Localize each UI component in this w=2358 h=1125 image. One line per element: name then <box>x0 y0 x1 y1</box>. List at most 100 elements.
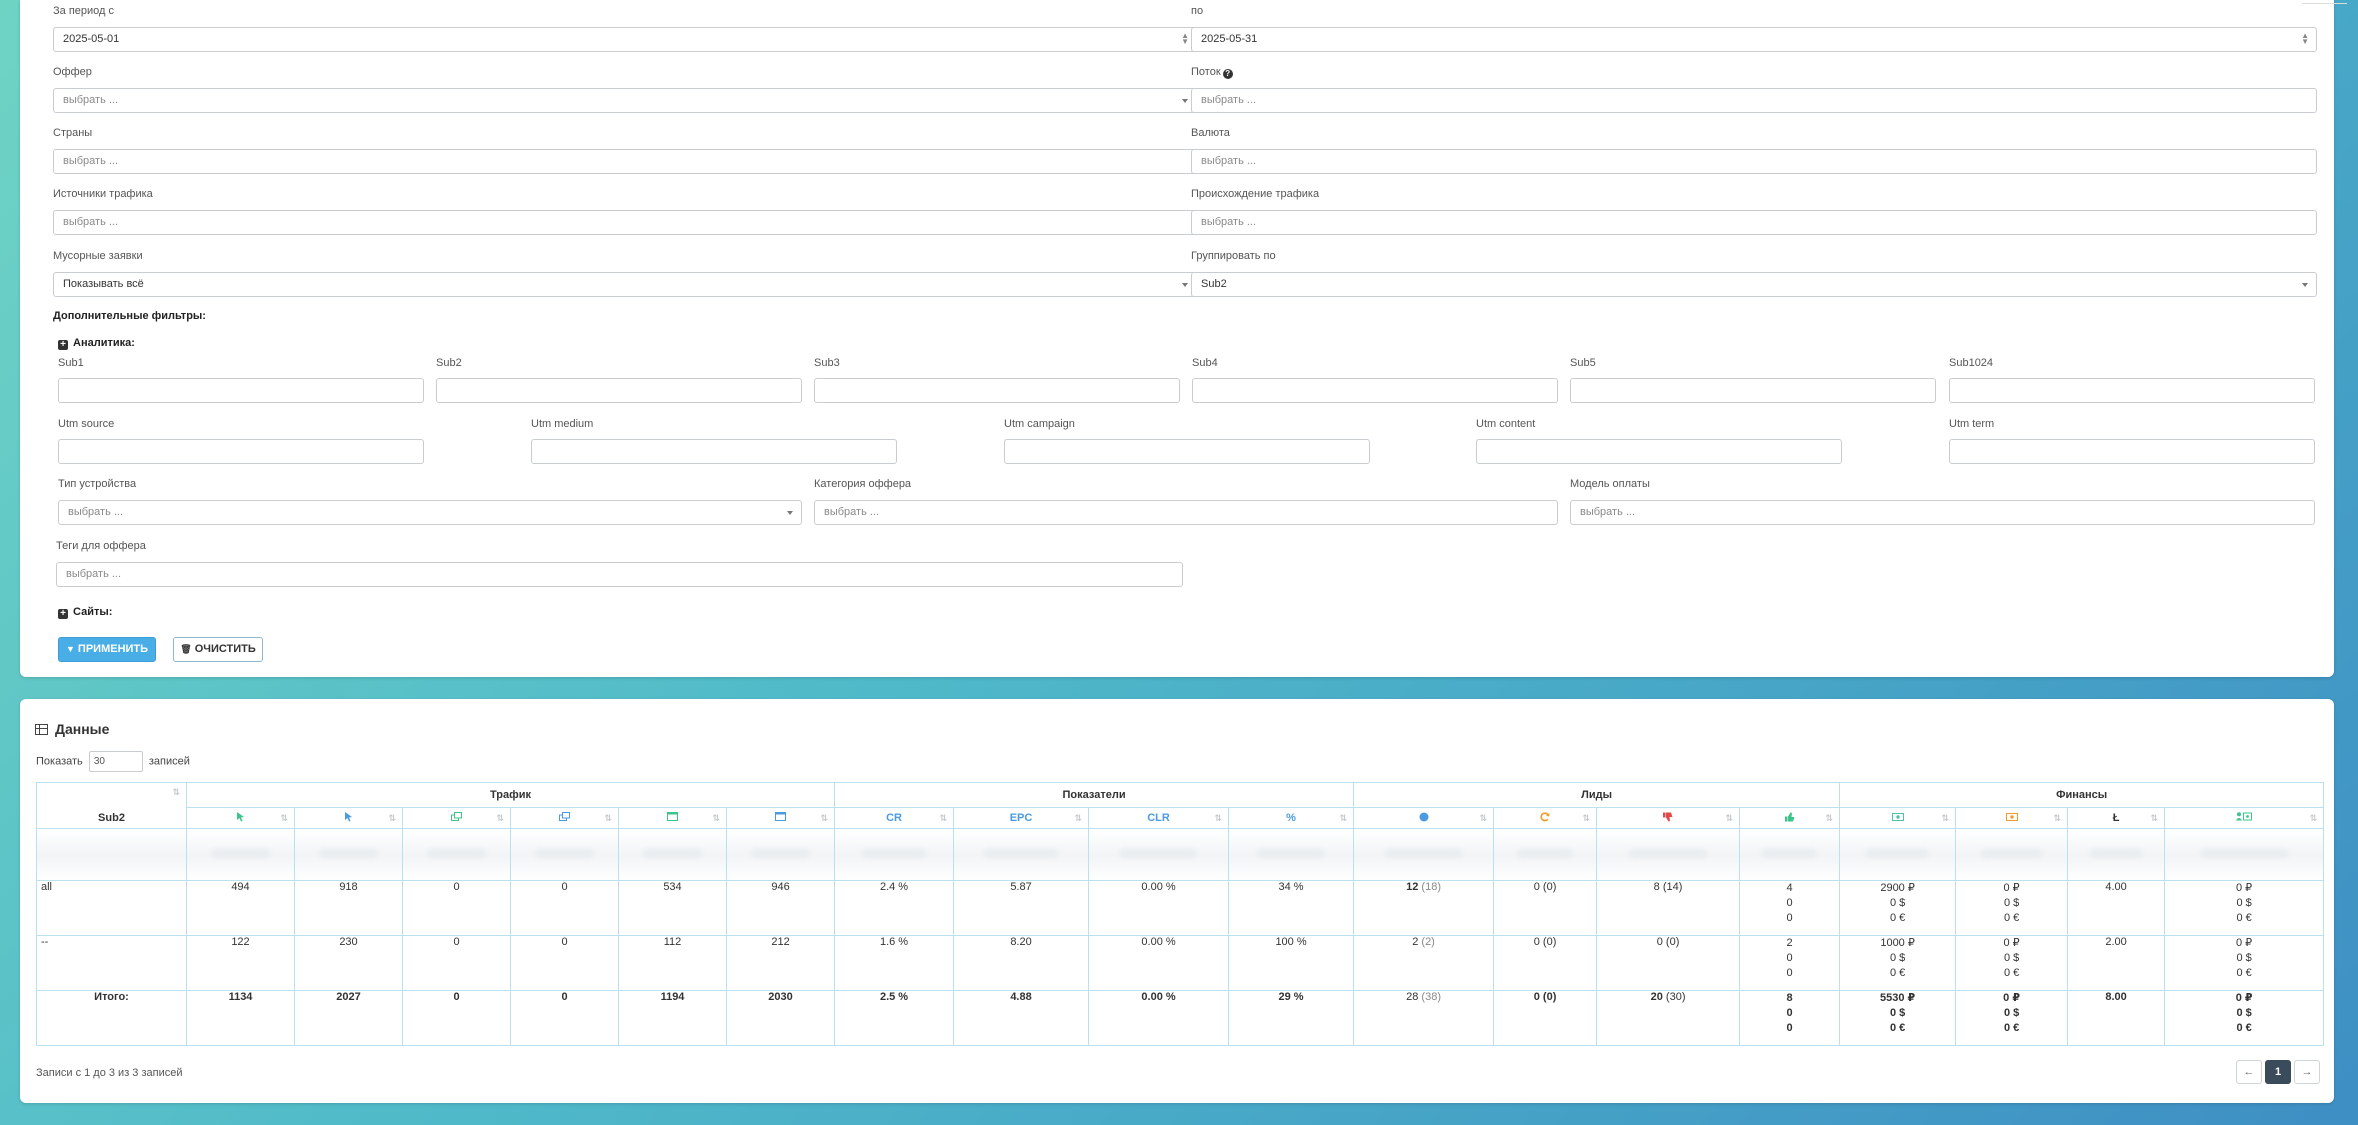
stream-select[interactable]: выбрать ... <box>1191 88 2317 113</box>
sites-toggle[interactable]: + Сайты: <box>58 606 112 619</box>
pagination-page-1[interactable]: 1 <box>2265 1060 2291 1084</box>
col-leads-processing[interactable]: ⇅ <box>1493 807 1598 829</box>
sort-icon: ⇅ <box>2150 813 2159 823</box>
period-from-input[interactable]: 2025-05-01 ▲ ▼ <box>53 27 1197 52</box>
sort-icon: ⇅ <box>604 813 612 823</box>
value-line: 0 € <box>2236 1022 2252 1034</box>
page-length-input[interactable]: 30 <box>88 751 143 772</box>
value-line: 4 <box>1786 882 1793 894</box>
pagination-next[interactable]: → <box>2294 1060 2320 1084</box>
cell: 4 0 0 <box>1739 880 1841 936</box>
question-icon[interactable]: ? <box>1222 69 1233 79</box>
cell: 12 (18) <box>1353 880 1495 936</box>
cell: 0 <box>402 935 511 991</box>
analytics-toggle[interactable]: + Аналитика: <box>58 337 135 350</box>
cursor-icon <box>236 811 245 825</box>
utm-medium-input[interactable] <box>531 439 897 464</box>
offer-tags-select[interactable]: выбрать ... <box>56 562 1183 587</box>
value-line: 0 $ <box>2003 897 2020 909</box>
col-clicks-total[interactable]: ⇅ <box>294 807 403 829</box>
value-line: 0 $ <box>2236 1007 2252 1019</box>
col-fin-approved[interactable]: ⇅ <box>1839 807 1957 829</box>
blurred-cell <box>725 828 836 881</box>
sort-icon: ⇅ <box>1214 813 1223 823</box>
value-line: 0 $ <box>2003 1007 2020 1019</box>
leads-count: 12 <box>1406 881 1419 893</box>
col-landing-total[interactable]: ⇅ <box>725 807 836 829</box>
device-select[interactable]: выбрать ... <box>58 500 802 525</box>
cell: 0 ₽ 0 $ 0 € <box>1955 935 2069 991</box>
cell: 0 <box>510 935 619 991</box>
value-line: 0 $ <box>1889 1007 1906 1019</box>
utm-content-label: Utm content <box>1476 418 1536 430</box>
col-epc[interactable]: EPC ⇅ <box>953 807 1090 829</box>
col-fin-referral[interactable]: ⇅ <box>2164 807 2325 829</box>
traffic-sources-select[interactable]: выбрать ... <box>53 210 1197 235</box>
cell: 8.00 <box>2067 990 2166 1046</box>
cell: 20 (30) <box>1596 990 1741 1046</box>
sub1-input[interactable] <box>58 378 424 403</box>
col-fin-hold[interactable]: ⇅ <box>1955 807 2069 829</box>
blurred-cell <box>1493 828 1598 881</box>
period-to-input[interactable]: 2025-05-31 ▲ ▼ <box>1191 27 2317 52</box>
cell: 494 <box>186 880 295 936</box>
sub2-column-header[interactable]: ⇅ Sub2 <box>36 782 187 829</box>
utm-term-input[interactable] <box>1949 439 2315 464</box>
cell: 0 (0) <box>1596 935 1741 991</box>
col-leads-total[interactable]: ⇅ <box>1353 807 1495 829</box>
col-percent[interactable]: % ⇅ <box>1228 807 1355 829</box>
apply-button[interactable]: ▼ ПРИМЕНИТЬ <box>58 637 156 662</box>
col-windows-unique[interactable]: ⇅ <box>402 807 511 829</box>
col-windows-total[interactable]: ⇅ <box>510 807 619 829</box>
cursor-icon <box>344 811 353 825</box>
sub1024-input[interactable] <box>1949 378 2315 403</box>
period-to-value: 2025-05-31 <box>1201 33 1258 45</box>
group-finance: Финансы <box>1839 782 2325 808</box>
blurred-cell <box>36 828 187 881</box>
group-by-label: Группировать по <box>1191 250 1276 262</box>
sub5-input[interactable] <box>1570 378 1936 403</box>
cell: 2.5 % <box>834 990 955 1046</box>
offer-select[interactable]: выбрать ... <box>53 88 1197 113</box>
cr-label: CR <box>886 812 902 824</box>
sub2-input[interactable] <box>436 378 802 403</box>
apply-label: ПРИМЕНИТЬ <box>77 643 149 655</box>
cell: 2030 <box>725 990 836 1046</box>
countries-select[interactable]: выбрать ... <box>53 149 1197 174</box>
browser-icon <box>667 812 678 824</box>
payment-model-select[interactable]: выбрать ... <box>1570 500 2315 525</box>
windows-icon <box>559 812 570 824</box>
sub3-input[interactable] <box>814 378 1180 403</box>
utm-content-input[interactable] <box>1476 439 1842 464</box>
records-info: Записи с 1 до 3 из 3 записей <box>36 1067 183 1079</box>
cell: 112 <box>618 935 727 991</box>
refresh-icon <box>1540 811 1550 825</box>
traffic-origin-select[interactable]: выбрать ... <box>1191 210 2317 235</box>
cell: 0 ₽ 0 $ 0 € <box>2164 935 2325 991</box>
currency-select[interactable]: выбрать ... <box>1191 149 2317 174</box>
circle-icon <box>1419 812 1429 825</box>
pagination-prev[interactable]: ← <box>2236 1060 2262 1084</box>
table-row: all 494 918 0 0 534 946 2.4 % 5.87 0.00 … <box>36 880 2325 936</box>
sub2-column-label: Sub2 <box>98 812 125 824</box>
col-cr[interactable]: CR ⇅ <box>834 807 955 829</box>
col-clr[interactable]: CLR ⇅ <box>1088 807 1230 829</box>
value-line: 0 € <box>2236 967 2252 979</box>
col-fin-avg[interactable]: Ł ⇅ <box>2067 807 2166 829</box>
offer-placeholder: выбрать ... <box>63 94 119 106</box>
offer-category-select[interactable]: выбрать ... <box>814 500 1558 525</box>
junk-select[interactable]: Показывать всё <box>53 272 1197 297</box>
group-by-select[interactable]: Sub2 <box>1191 272 2317 297</box>
filter-icon: ▼ <box>65 644 75 654</box>
cell: 4.88 <box>953 990 1090 1046</box>
col-leads-rejected[interactable]: ⇅ <box>1596 807 1741 829</box>
cell: 1194 <box>618 990 727 1046</box>
col-leads-approved[interactable]: ⇅ <box>1739 807 1841 829</box>
value-line: 0 <box>1786 897 1793 909</box>
col-clicks-unique[interactable]: ⇅ <box>186 807 295 829</box>
sub4-input[interactable] <box>1192 378 1558 403</box>
utm-campaign-input[interactable] <box>1004 439 1370 464</box>
utm-source-input[interactable] <box>58 439 424 464</box>
clear-button[interactable]: 🗑 ОЧИСТИТЬ <box>173 637 263 662</box>
col-landing-unique[interactable]: ⇅ <box>618 807 727 829</box>
